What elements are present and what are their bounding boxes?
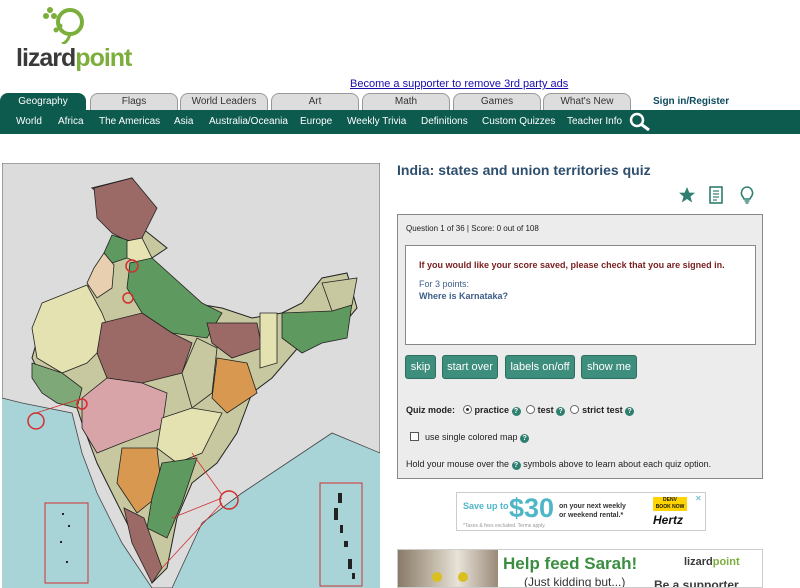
practice-radio[interactable]	[462, 405, 472, 414]
ad-amount: $30	[509, 493, 555, 523]
tab-whats-new[interactable]: What's New	[543, 93, 631, 110]
logo-wordmark: lizardpoint	[16, 44, 132, 72]
ad-close-icon[interactable]: ✕	[695, 494, 702, 503]
tab-games[interactable]: Games	[453, 93, 541, 110]
nav-americas[interactable]: The Americas	[99, 116, 160, 127]
search-icon[interactable]	[629, 112, 651, 132]
skip-button[interactable]: skip	[405, 355, 436, 379]
single-color-label: use single colored map	[425, 432, 518, 442]
nav-weekly-trivia[interactable]: Weekly Trivia	[347, 116, 406, 127]
star-icon[interactable]	[678, 186, 696, 204]
test-radio[interactable]	[525, 405, 535, 414]
strict-test-radio[interactable]	[570, 405, 580, 414]
ad-subtext: on your next weekly or weekend rental.*	[559, 503, 626, 519]
lizard-icon	[43, 7, 84, 44]
nav-world[interactable]: World	[16, 116, 42, 127]
ad-book-now[interactable]: DENV BOOK NOW	[653, 497, 687, 511]
nav-europe[interactable]: Europe	[300, 116, 332, 127]
nav-custom-quizzes[interactable]: Custom Quizzes	[482, 116, 555, 127]
marker-dadra[interactable]	[27, 412, 45, 430]
help-icon[interactable]: ?	[511, 407, 521, 416]
practice-label: practice	[474, 405, 510, 415]
tab-art[interactable]: Art	[271, 93, 359, 110]
quiz-status: Question 1 of 36 | Score: 0 out of 108	[406, 224, 539, 233]
single-color-checkbox[interactable]	[410, 432, 419, 441]
help-icon[interactable]: ?	[556, 407, 566, 416]
nav-teacher-info[interactable]: Teacher Info	[567, 116, 622, 127]
banner-logo: lizardpoint	[684, 556, 740, 568]
single-color-row: use single colored map ?	[410, 432, 530, 443]
show-me-button[interactable]: show me	[581, 355, 637, 379]
lightbulb-icon[interactable]	[738, 186, 756, 204]
points-label: For 3 points:	[419, 279, 470, 289]
strict-test-label: strict test	[582, 405, 623, 415]
hint-text: Hold your mouse over the ? symbols above…	[406, 459, 712, 470]
banner-headline: Help feed Sarah!	[503, 554, 638, 573]
help-icon[interactable]: ?	[520, 434, 530, 443]
ad-fine-print: *Taxes & fees excluded. Terms apply.	[463, 523, 546, 529]
map-canvas[interactable]	[2, 163, 380, 588]
quiz-mode-row: Quiz mode: practice ? test ? strict test…	[406, 405, 635, 416]
tab-flags[interactable]: Flags	[90, 93, 178, 110]
india-map[interactable]	[2, 163, 380, 588]
cat-eye	[458, 572, 468, 582]
signin-link[interactable]: Sign in/Register	[653, 96, 729, 107]
quiz-mode-label: Quiz mode:	[406, 405, 455, 415]
help-icon: ?	[511, 461, 521, 470]
labels-toggle-button[interactable]: labels on/off	[505, 355, 575, 379]
document-icon[interactable]	[707, 186, 725, 204]
test-label: test	[537, 405, 554, 415]
supporter-banner[interactable]: Help feed Sarah! (Just kidding but...) l…	[397, 549, 763, 588]
page-title: India: states and union territories quiz	[397, 162, 651, 178]
nav-australia-oceania[interactable]: Australia/Oceania	[209, 116, 288, 127]
nav-definitions[interactable]: Definitions	[421, 116, 468, 127]
signin-warning: If you would like your score saved, plea…	[419, 260, 725, 270]
tab-math[interactable]: Math	[362, 93, 450, 110]
hertz-ad[interactable]: Save up to $30 on your next weekly or wee…	[456, 492, 706, 531]
subnav-bar: World Africa The Americas Asia Australia…	[0, 110, 800, 134]
page: lizardpoint Become a supporter to remove…	[0, 0, 800, 588]
question-text: Where is Karnataka?	[419, 291, 509, 301]
start-over-button[interactable]: start over	[442, 355, 498, 379]
tab-world-leaders[interactable]: World Leaders	[180, 93, 268, 110]
cat-eye	[432, 572, 442, 582]
supporter-link[interactable]: Become a supporter to remove 3rd party a…	[350, 78, 568, 90]
ad-save-text: Save up to	[463, 501, 509, 511]
nav-africa[interactable]: Africa	[58, 116, 84, 127]
banner-cta[interactable]: Be a supporter	[654, 578, 739, 587]
help-icon[interactable]: ?	[625, 407, 635, 416]
tab-geography[interactable]: Geography	[0, 93, 86, 110]
question-box: If you would like your score saved, plea…	[405, 245, 756, 345]
nav-asia[interactable]: Asia	[174, 116, 193, 127]
cat-image	[398, 550, 498, 587]
ad-brand: Hertz	[653, 513, 684, 527]
quiz-panel: Question 1 of 36 | Score: 0 out of 108 I…	[397, 214, 763, 479]
state-west-bengal[interactable]	[259, 312, 278, 369]
banner-subline: (Just kidding but...)	[524, 575, 626, 588]
inset-lakshadweep[interactable]	[44, 502, 89, 584]
lizardpoint-logo[interactable]: lizardpoint	[16, 4, 132, 72]
